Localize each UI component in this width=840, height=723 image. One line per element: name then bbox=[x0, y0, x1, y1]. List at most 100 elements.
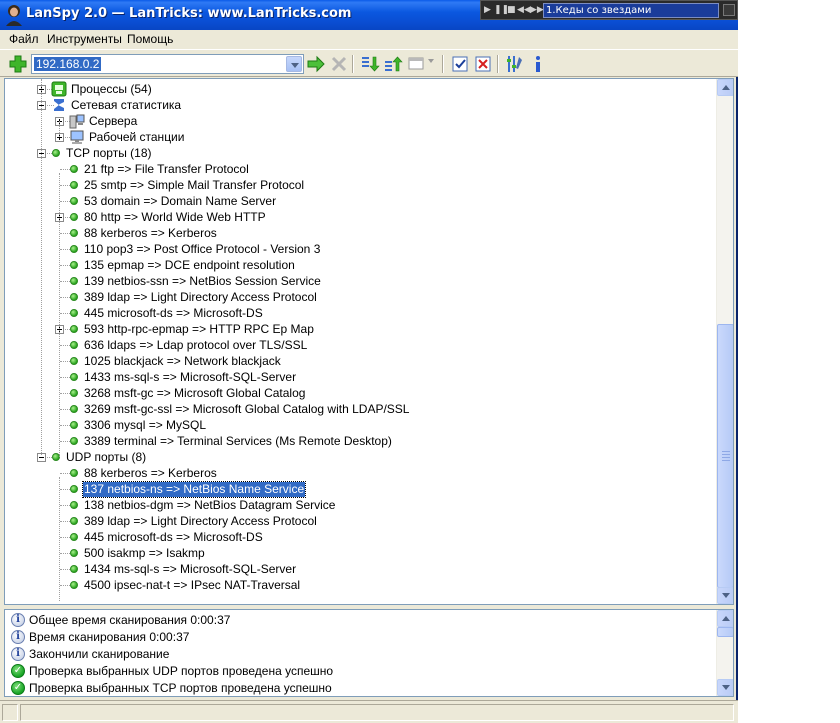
tree-node-label[interactable]: 445 microsoft-ds => Microsoft-DS bbox=[83, 530, 264, 545]
tree-node[interactable]: 3306 mysql => MySQL bbox=[5, 417, 717, 433]
tree-node[interactable]: 1434 ms-sql-s => Microsoft-SQL-Server bbox=[5, 561, 717, 577]
results-tree[interactable]: Процессы (54) Сетевая статистика Сервера Ра… bbox=[4, 78, 734, 605]
stop-icon[interactable]: ■ bbox=[507, 4, 516, 16]
tree-node-label[interactable]: 88 kerberos => Kerberos bbox=[83, 466, 218, 481]
export-icon[interactable] bbox=[383, 54, 403, 74]
tree-node-label[interactable]: Сервера bbox=[88, 114, 138, 129]
tree-node[interactable]: TCP порты (18) bbox=[5, 145, 717, 161]
tree-node[interactable]: 445 microsoft-ds => Microsoft-DS bbox=[5, 305, 717, 321]
tree-node-label[interactable]: 445 microsoft-ds => Microsoft-DS bbox=[83, 306, 264, 321]
address-value[interactable]: 192.168.0.2 bbox=[34, 57, 102, 71]
chevron-down-icon[interactable] bbox=[286, 56, 302, 72]
tree-node[interactable]: 21 ftp => File Transfer Protocol bbox=[5, 161, 717, 177]
tree-node-label[interactable]: 25 smtp => Simple Mail Transfer Protocol bbox=[83, 178, 305, 193]
tree-vertical-scrollbar[interactable] bbox=[716, 79, 733, 604]
log-vertical-scrollbar[interactable] bbox=[716, 610, 733, 696]
check-icon[interactable] bbox=[450, 54, 470, 74]
tree-node-label[interactable]: 3389 terminal => Terminal Services (Ms R… bbox=[83, 434, 393, 449]
tree-node[interactable]: Процессы (54) bbox=[5, 81, 717, 97]
tree-node-label[interactable]: Сетевая статистика bbox=[70, 98, 182, 113]
tree-node[interactable]: 88 kerberos => Kerberos bbox=[5, 465, 717, 481]
tree-node[interactable]: 137 netbios-ns => NetBios Name Service bbox=[5, 481, 717, 498]
tree-node[interactable]: 636 ldaps => Ldap protocol over TLS/SSL bbox=[5, 337, 717, 353]
menu-tools[interactable]: Инструменты bbox=[47, 32, 122, 46]
tree-node-label[interactable]: 137 netbios-ns => NetBios Name Service bbox=[81, 481, 307, 498]
log-entry[interactable]: i Закончили сканирование bbox=[9, 646, 709, 663]
tree-node-label[interactable]: 636 ldaps => Ldap protocol over TLS/SSL bbox=[83, 338, 308, 353]
scroll-up-icon[interactable] bbox=[717, 610, 733, 627]
tree-node[interactable]: Сетевая статистика bbox=[5, 97, 717, 113]
tree-node-label[interactable]: TCP порты (18) bbox=[65, 146, 153, 161]
tree-node-label[interactable]: 138 netbios-dgm => NetBios Datagram Serv… bbox=[83, 498, 336, 513]
tree-node-label[interactable]: 135 epmap => DCE endpoint resolution bbox=[83, 258, 296, 273]
tree-node[interactable]: Сервера bbox=[5, 113, 717, 129]
address-combo[interactable]: 192.168.0.2 bbox=[31, 54, 304, 74]
prev-icon[interactable]: ◀◀ bbox=[517, 4, 531, 16]
import-icon[interactable] bbox=[360, 54, 380, 74]
tree-node[interactable]: 135 epmap => DCE endpoint resolution bbox=[5, 257, 717, 273]
tree-node-label[interactable]: 3269 msft-gc-ssl => Microsoft Global Cat… bbox=[83, 402, 410, 417]
tree-node-label[interactable]: 88 kerberos => Kerberos bbox=[83, 226, 218, 241]
tree-node[interactable]: 3389 terminal => Terminal Services (Ms R… bbox=[5, 433, 717, 449]
menu-file[interactable]: Файл bbox=[9, 32, 39, 46]
uncheck-icon[interactable] bbox=[473, 54, 493, 74]
log-entry[interactable]: i Общее время сканирования 0:00:37 bbox=[9, 612, 709, 629]
tree-node-label[interactable]: 1025 blackjack => Network blackjack bbox=[83, 354, 282, 369]
next-icon[interactable]: ▶▶ bbox=[530, 4, 544, 16]
tree-node-label[interactable]: 139 netbios-ssn => NetBios Session Servi… bbox=[83, 274, 322, 289]
tree-node-label[interactable]: UDP порты (8) bbox=[65, 450, 147, 465]
tree-node-label[interactable]: Процессы (54) bbox=[70, 82, 153, 97]
go-arrow-icon[interactable] bbox=[306, 54, 326, 74]
log-entry[interactable]: ✓ Проверка выбранных TCP портов проведена… bbox=[9, 680, 709, 696]
log-pane[interactable]: i Общее время сканирования 0:00:37 i Время … bbox=[4, 609, 734, 697]
play-icon[interactable]: ▶ bbox=[484, 4, 491, 16]
tree-node[interactable]: 1433 ms-sql-s => Microsoft-SQL-Server bbox=[5, 369, 717, 385]
tree-node[interactable]: 389 ldap => Light Directory Access Proto… bbox=[5, 289, 717, 305]
tree-node-label[interactable]: 593 http-rpc-epmap => HTTP RPC Ep Map bbox=[83, 322, 315, 337]
log-entry[interactable]: ✓ Проверка выбранных UDP портов проведена… bbox=[9, 663, 709, 680]
scroll-down-icon[interactable] bbox=[717, 587, 733, 604]
tree-node-label[interactable]: 80 http => World Wide Web HTTP bbox=[83, 210, 267, 225]
tree-node[interactable]: 445 microsoft-ds => Microsoft-DS bbox=[5, 529, 717, 545]
stop-x-icon[interactable] bbox=[329, 54, 349, 74]
tree-node[interactable]: 53 domain => Domain Name Server bbox=[5, 193, 717, 209]
log-entry[interactable]: i Время сканирования 0:00:37 bbox=[9, 629, 709, 646]
player-close-icon[interactable] bbox=[723, 4, 735, 16]
scroll-down-icon[interactable] bbox=[717, 679, 733, 696]
tree-node-label[interactable]: 110 pop3 => Post Office Protocol - Versi… bbox=[83, 242, 321, 257]
tree-node-label[interactable]: 500 isakmp => Isakmp bbox=[83, 546, 206, 561]
tree-node[interactable]: 1025 blackjack => Network blackjack bbox=[5, 353, 717, 369]
tree-node-label[interactable]: 389 ldap => Light Directory Access Proto… bbox=[83, 290, 318, 305]
tree-node[interactable]: 80 http => World Wide Web HTTP bbox=[5, 209, 717, 225]
tree-node[interactable]: 3268 msft-gc => Microsoft Global Catalog bbox=[5, 385, 717, 401]
menu-help[interactable]: Помощь bbox=[127, 32, 173, 46]
view-icon[interactable] bbox=[407, 54, 427, 74]
tree-node[interactable]: Рабочей станции bbox=[5, 129, 717, 145]
tree-node[interactable]: 139 netbios-ssn => NetBios Session Servi… bbox=[5, 273, 717, 289]
tree-node-label[interactable]: 21 ftp => File Transfer Protocol bbox=[83, 162, 250, 177]
scroll-thumb[interactable] bbox=[717, 627, 733, 637]
tree-node[interactable]: 500 isakmp => Isakmp bbox=[5, 545, 717, 561]
tree-node[interactable]: 138 netbios-dgm => NetBios Datagram Serv… bbox=[5, 497, 717, 513]
tree-node-label[interactable]: 4500 ipsec-nat-t => IPsec NAT-Traversal bbox=[83, 578, 301, 593]
tree-node[interactable]: 3269 msft-gc-ssl => Microsoft Global Cat… bbox=[5, 401, 717, 417]
tree-node-label[interactable]: 53 domain => Domain Name Server bbox=[83, 194, 277, 209]
tree-node[interactable]: 25 smtp => Simple Mail Transfer Protocol bbox=[5, 177, 717, 193]
tree-node-label[interactable]: 3306 mysql => MySQL bbox=[83, 418, 207, 433]
tree-node-label[interactable]: 389 ldap => Light Directory Access Proto… bbox=[83, 514, 318, 529]
info-icon[interactable] bbox=[528, 54, 548, 74]
tree-node[interactable]: 593 http-rpc-epmap => HTTP RPC Ep Map bbox=[5, 321, 717, 337]
scroll-thumb[interactable] bbox=[717, 324, 733, 588]
tree-node-label[interactable]: 3268 msft-gc => Microsoft Global Catalog bbox=[83, 386, 306, 401]
tree-node[interactable]: 110 pop3 => Post Office Protocol - Versi… bbox=[5, 241, 717, 257]
tree-node[interactable]: 4500 ipsec-nat-t => IPsec NAT-Traversal bbox=[5, 577, 717, 593]
scroll-up-icon[interactable] bbox=[717, 79, 733, 96]
tree-node-label[interactable]: 1434 ms-sql-s => Microsoft-SQL-Server bbox=[83, 562, 297, 577]
tree-node[interactable]: 88 kerberos => Kerberos bbox=[5, 225, 717, 241]
tree-node[interactable]: 389 ldap => Light Directory Access Proto… bbox=[5, 513, 717, 529]
tree-node[interactable]: UDP порты (8) bbox=[5, 449, 717, 465]
view-dropdown-icon[interactable] bbox=[428, 59, 434, 63]
settings-icon[interactable] bbox=[505, 54, 525, 74]
tree-node-label[interactable]: 1433 ms-sql-s => Microsoft-SQL-Server bbox=[83, 370, 297, 385]
tree-node-label[interactable]: Рабочей станции bbox=[88, 130, 185, 145]
